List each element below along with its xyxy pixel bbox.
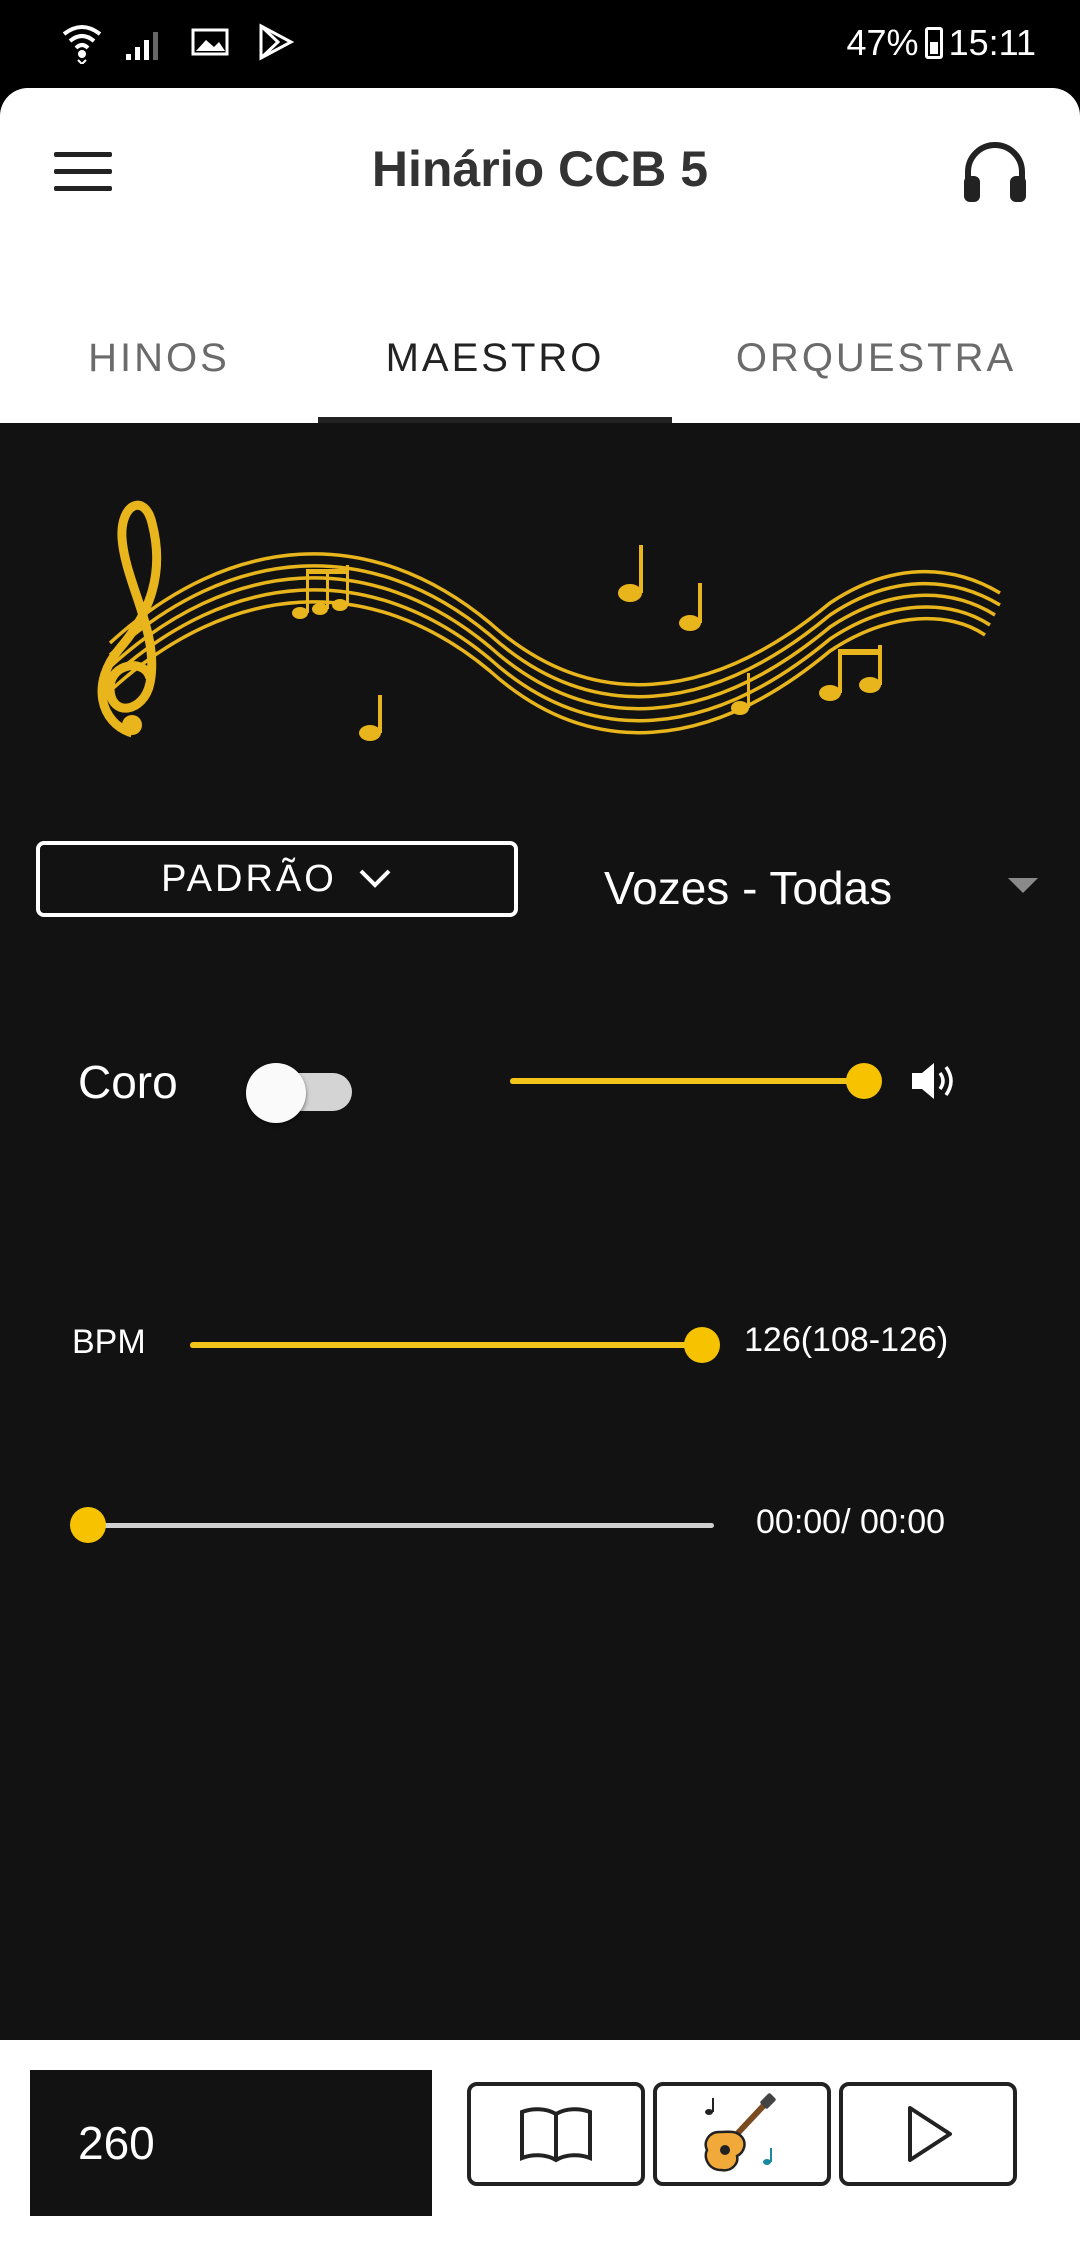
voices-select[interactable]: Vozes - Todas	[604, 861, 892, 915]
wifi-icon	[62, 25, 102, 64]
volume-slider[interactable]	[510, 1061, 882, 1101]
bpm-label: BPM	[72, 1323, 146, 1361]
volume-icon[interactable]	[908, 1059, 962, 1103]
tab-orquestra[interactable]: ORQUESTRA	[672, 308, 1080, 423]
tab-bar: HINOS MAESTRO ORQUESTRA	[0, 308, 1080, 423]
battery-percent: 47%	[846, 22, 919, 63]
play-icon	[908, 2106, 952, 2162]
battery-icon	[924, 27, 943, 59]
choir-toggle[interactable]	[246, 1059, 354, 1123]
clock: 15:11	[948, 22, 1036, 63]
instrument-button[interactable]	[653, 2082, 831, 2186]
status-right: 47% 15:11	[847, 22, 1036, 64]
headphones-icon[interactable]	[960, 136, 1030, 206]
bpm-slider[interactable]	[190, 1325, 720, 1365]
volume-fill	[510, 1078, 864, 1084]
app-header: Hinário CCB 5 HINOS MAESTRO ORQUESTRA	[0, 88, 1080, 423]
chevron-down-icon	[359, 869, 391, 888]
preset-label: PADRÃO	[161, 857, 337, 900]
time-display: 00:00/ 00:00	[756, 1503, 946, 1541]
signal-icon	[126, 32, 158, 60]
bpm-value: 126(108-126)	[744, 1321, 949, 1359]
play-button[interactable]	[839, 2082, 1017, 2186]
bpm-knob[interactable]	[684, 1327, 720, 1363]
maestro-panel: PADRÃO Vozes - Todas Coro BPM 126(108-12…	[0, 423, 1080, 2040]
gallery-icon	[191, 28, 229, 56]
volume-knob[interactable]	[846, 1063, 882, 1099]
progress-knob[interactable]	[70, 1507, 106, 1543]
music-staff-banner	[97, 500, 1001, 741]
status-bar: 47% 15:11	[0, 0, 1080, 88]
app-title: Hinário CCB 5	[371, 141, 709, 197]
lyrics-button[interactable]	[467, 2082, 645, 2186]
dropdown-arrow-icon[interactable]	[1008, 878, 1038, 893]
bottom-bar: 260	[0, 2040, 1080, 2246]
tab-maestro[interactable]: MAESTRO	[318, 308, 672, 423]
book-icon	[520, 2107, 592, 2163]
guitar-icon	[704, 2093, 776, 2172]
preset-button[interactable]: PADRÃO	[36, 841, 518, 917]
bpm-fill	[190, 1342, 702, 1348]
choir-label: Coro	[78, 1056, 178, 1108]
hymn-number-field[interactable]: 260	[30, 2070, 432, 2216]
play-store-icon	[259, 23, 295, 61]
playback-progress-slider[interactable]	[70, 1505, 714, 1545]
tab-hinos[interactable]: HINOS	[0, 308, 318, 423]
